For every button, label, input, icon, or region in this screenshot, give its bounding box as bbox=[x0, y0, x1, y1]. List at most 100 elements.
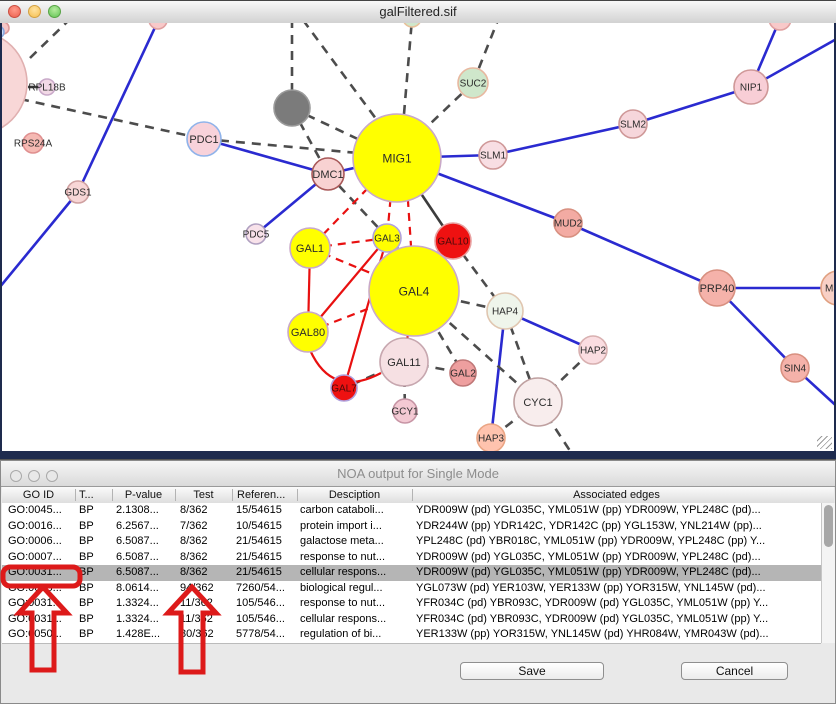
table-cell: GO:0016... bbox=[8, 519, 74, 535]
table-cell: BP bbox=[79, 550, 111, 566]
table-cell: 21/54615 bbox=[236, 565, 295, 581]
node-label: GAL80 bbox=[291, 327, 325, 339]
table-cell: 6.2567... bbox=[116, 519, 174, 535]
table-cell: 2.1308... bbox=[116, 503, 174, 519]
table-cell: YDR009W (pd) YGL035C, YML051W (pp) YDR00… bbox=[416, 550, 821, 566]
table-cell: response to nut... bbox=[300, 596, 411, 612]
cancel-button[interactable]: Cancel bbox=[681, 662, 788, 680]
node-label: MUD2 bbox=[554, 219, 583, 230]
table-cell: 11/362 bbox=[180, 612, 231, 628]
column-separator[interactable] bbox=[412, 489, 413, 501]
table-cell: 6.5087... bbox=[116, 534, 174, 550]
table-cell: cellular respons... bbox=[300, 612, 411, 628]
column-separator[interactable] bbox=[175, 489, 176, 501]
node-label: SUC2 bbox=[460, 79, 487, 90]
table-row[interactable]: GO:0065...BP8.0614...94/3627260/54...bio… bbox=[2, 581, 821, 597]
table-cell: BP bbox=[79, 612, 111, 628]
table-cell: cellular respons... bbox=[300, 565, 411, 581]
table-cell: BP bbox=[79, 503, 111, 519]
column-separator[interactable] bbox=[297, 489, 298, 501]
table-row[interactable]: GO:0031...BP1.3324...11/362105/546...cel… bbox=[2, 612, 821, 628]
table-cell: 10/54615 bbox=[236, 519, 295, 535]
node-unlabeled[interactable] bbox=[2, 31, 27, 135]
table-row[interactable]: GO:0016...BP6.2567...7/36210/54615protei… bbox=[2, 519, 821, 535]
table-cell: YFR034C (pd) YBR093C, YDR009W (pd) YGL03… bbox=[416, 612, 821, 628]
table-cell: 8/362 bbox=[180, 503, 231, 519]
window-noa-output: NOA output for Single Mode GO IDT...P-va… bbox=[0, 460, 836, 704]
scrollbar-thumb[interactable] bbox=[824, 505, 833, 547]
column-separator[interactable] bbox=[112, 489, 113, 501]
node-label: SLM1 bbox=[480, 151, 507, 162]
table-row[interactable]: GO:0031...BP1.3324...11/362105/546...res… bbox=[2, 596, 821, 612]
column-header-p-value[interactable]: P-value bbox=[112, 487, 175, 503]
table-cell: protein import i... bbox=[300, 519, 411, 535]
node-label: HAP3 bbox=[478, 434, 505, 445]
node-unlabeled[interactable] bbox=[274, 90, 310, 126]
table-cell: 21/54615 bbox=[236, 534, 295, 550]
vertical-scrollbar[interactable] bbox=[821, 503, 835, 643]
table-row[interactable]: GO:0006...BP6.5087...8/36221/54615galact… bbox=[2, 534, 821, 550]
column-header-t-[interactable]: T... bbox=[79, 487, 110, 503]
table-cell: 8/362 bbox=[180, 534, 231, 550]
column-header-referen-[interactable]: Referen... bbox=[237, 487, 297, 503]
graph-window-titlebar[interactable]: galFiltered.sif bbox=[0, 1, 836, 24]
graph-edge bbox=[491, 311, 505, 438]
table-cell: 105/546... bbox=[236, 596, 295, 612]
column-separator[interactable] bbox=[75, 489, 76, 501]
node-label: GAL3 bbox=[374, 234, 400, 245]
table-cell: YGL073W (pd) YER103W, YER133W (pp) YOR31… bbox=[416, 581, 821, 597]
window-galfiltered: galFiltered.sif RPL18BRPS24AGDS1PDC1DMC1… bbox=[0, 0, 836, 458]
table-cell: 8/362 bbox=[180, 550, 231, 566]
node-label: HAP4 bbox=[492, 307, 519, 318]
node-unlabeled[interactable] bbox=[403, 23, 421, 27]
graph-edge bbox=[30, 23, 68, 58]
table-cell: YDR009W (pd) YGL035C, YML051W (pp) YDR00… bbox=[416, 565, 821, 581]
table-cell: biological regul... bbox=[300, 581, 411, 597]
graph-edge bbox=[568, 223, 717, 288]
table-cell: BP bbox=[79, 627, 111, 643]
table-cell: 1.428E... bbox=[116, 627, 174, 643]
save-button[interactable]: Save bbox=[460, 662, 604, 680]
table-cell: GO:0065... bbox=[8, 581, 74, 597]
table-cell: 7260/54... bbox=[236, 581, 295, 597]
table-cell: BP bbox=[79, 519, 111, 535]
graph-window-title: galFiltered.sif bbox=[0, 1, 836, 23]
table-row[interactable]: GO:0045...BP2.1308...8/36215/54615carbon… bbox=[2, 503, 821, 519]
table-cell: 8.0614... bbox=[116, 581, 174, 597]
column-header-test[interactable]: Test bbox=[175, 487, 232, 503]
table-cell: BP bbox=[79, 565, 111, 581]
table-cell: GO:0006... bbox=[8, 534, 74, 550]
table-row[interactable]: GO:0007...BP6.5087...8/36221/54615respon… bbox=[2, 550, 821, 566]
table-cell: GO:0007... bbox=[8, 550, 74, 566]
table-cell: GO:0031... bbox=[8, 565, 74, 581]
column-header-associated-edges[interactable]: Associated edges bbox=[412, 487, 821, 503]
table-cell: BP bbox=[79, 596, 111, 612]
table-row[interactable]: GO:0031...BP6.5087...8/36221/54615cellul… bbox=[2, 565, 821, 581]
graph-edge bbox=[493, 124, 633, 155]
graph-edge bbox=[78, 23, 158, 192]
table-cell: 21/54615 bbox=[236, 550, 295, 566]
table-cell: YFR034C (pd) YBR093C, YDR009W (pd) YGL03… bbox=[416, 596, 821, 612]
column-header-desciption[interactable]: Desciption bbox=[297, 487, 412, 503]
table-cell: GO:0031... bbox=[8, 612, 74, 628]
table-cell: 1.3324... bbox=[116, 612, 174, 628]
table-cell: regulation of bi... bbox=[300, 627, 411, 643]
noa-window-titlebar[interactable]: NOA output for Single Mode bbox=[1, 461, 835, 487]
table-row[interactable]: GO:0050...BP1.428E...80/3625778/54...reg… bbox=[2, 627, 821, 643]
node-label: MIG1 bbox=[382, 151, 412, 165]
node-label: CYC1 bbox=[523, 397, 552, 409]
table-cell: GO:0045... bbox=[8, 503, 74, 519]
resize-grip-icon[interactable] bbox=[817, 436, 832, 449]
table-cell: 1.3324... bbox=[116, 596, 174, 612]
node-label: GCY1 bbox=[391, 407, 419, 418]
column-separator[interactable] bbox=[232, 489, 233, 501]
node-unlabeled[interactable] bbox=[769, 23, 791, 30]
network-canvas[interactable]: RPL18BRPS24AGDS1PDC1DMC1MIG1SUC2NIP1SLM2… bbox=[2, 23, 834, 451]
node-label: GDS1 bbox=[64, 188, 92, 199]
column-header-go-id[interactable]: GO ID bbox=[2, 487, 75, 503]
table-cell: BP bbox=[79, 581, 111, 597]
node-label: PRP40 bbox=[700, 283, 735, 295]
graph-edge bbox=[204, 139, 328, 174]
node-unlabeled[interactable] bbox=[149, 23, 167, 29]
node-label: GAL7 bbox=[331, 384, 357, 395]
